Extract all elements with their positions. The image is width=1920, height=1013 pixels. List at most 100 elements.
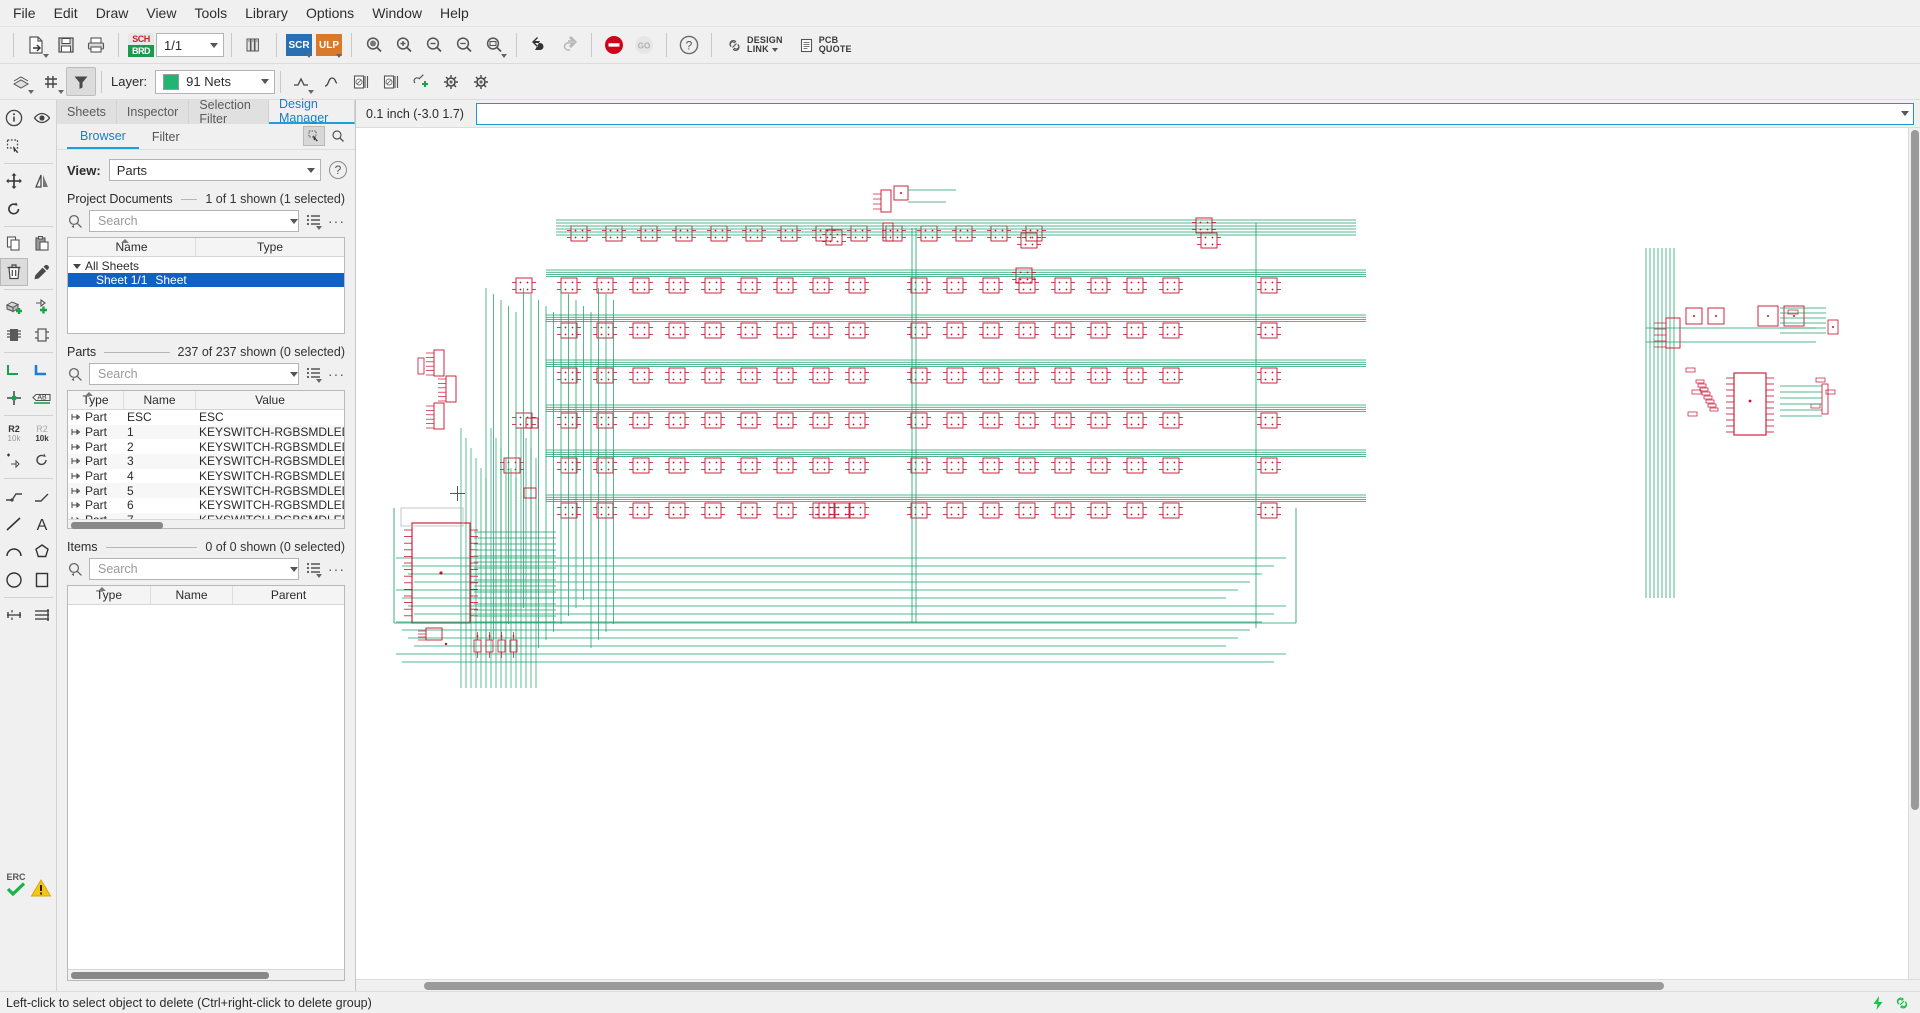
parts-search-input[interactable] (96, 366, 290, 382)
rotate-icon[interactable] (0, 195, 28, 223)
wire-icon[interactable] (0, 510, 28, 538)
display-filter-button[interactable] (66, 67, 96, 96)
tab-selection-filter[interactable]: Selection Filter (189, 100, 269, 124)
canvas-vertical-scrollbar[interactable] (1908, 128, 1920, 979)
text-icon[interactable]: A (28, 510, 56, 538)
junction-icon[interactable] (0, 384, 28, 412)
subtab-filter[interactable]: Filter (139, 124, 193, 149)
pcb-quote-button[interactable]: PCB QUOTE (791, 30, 860, 60)
paste-icon[interactable] (28, 230, 56, 258)
sheet-selector[interactable]: 1/1 (156, 33, 224, 57)
dimension-icon[interactable] (0, 601, 28, 629)
chevron-down-icon[interactable] (73, 264, 81, 269)
column-name[interactable]: Name (151, 586, 233, 604)
add-part-icon[interactable] (0, 293, 28, 321)
attach-button[interactable] (406, 67, 436, 96)
menu-tools[interactable]: Tools (185, 1, 236, 25)
grid-button[interactable] (36, 67, 66, 96)
parts-table[interactable]: Type Name Value PartESCESC Part1KEYSWITC… (67, 390, 345, 529)
chevron-down-icon[interactable] (205, 34, 223, 56)
stop-button[interactable] (599, 31, 629, 60)
tab-inspector[interactable]: Inspector (117, 100, 189, 124)
warning-icon[interactable] (30, 878, 52, 898)
menu-library[interactable]: Library (236, 1, 297, 25)
redo-button[interactable] (554, 31, 584, 60)
net-button[interactable] (286, 67, 316, 96)
view-help-icon[interactable]: ? (329, 161, 347, 179)
chevron-down-icon[interactable] (290, 567, 298, 572)
array-icon[interactable] (28, 601, 56, 629)
undo-button[interactable] (524, 31, 554, 60)
delete-icon[interactable] (0, 258, 28, 286)
table-row[interactable]: Part2KEYSWITCH-RGBSMDLED-MX-1 (68, 439, 344, 454)
gateswap-icon[interactable] (28, 321, 56, 349)
erc-status[interactable]: ERC (6, 872, 26, 896)
menu-file[interactable]: File (4, 1, 45, 25)
zoom-to-object-icon[interactable] (327, 126, 349, 146)
table-row[interactable]: Part4KEYSWITCH-RGBSMDLED-MX-1 (68, 469, 344, 484)
zoom-out-button[interactable] (419, 31, 449, 60)
items-table[interactable]: Type Name Parent (67, 585, 345, 981)
schematic-canvas[interactable] (356, 128, 1908, 979)
column-type[interactable]: Type (196, 238, 344, 256)
go-button[interactable]: GO (629, 31, 659, 60)
run-ulp-button[interactable]: ULP (314, 31, 344, 60)
project-documents-more-button[interactable]: ··· (328, 212, 345, 231)
column-type[interactable]: Type (68, 586, 151, 604)
parts-horizontal-scrollbar[interactable] (68, 519, 344, 528)
chevron-down-icon[interactable] (302, 159, 320, 181)
replace-icon[interactable] (28, 447, 56, 475)
table-row[interactable]: PartESCESC (68, 410, 344, 425)
zoom-in-button[interactable] (389, 31, 419, 60)
chevron-down-icon[interactable] (1897, 104, 1913, 124)
column-value[interactable]: Value (196, 391, 344, 409)
switch-sch-brd-button[interactable]: SCH BRD (126, 31, 156, 60)
items-search-input[interactable] (96, 561, 290, 577)
menu-help[interactable]: Help (431, 1, 478, 25)
help-button[interactable]: ? (674, 31, 704, 60)
column-name[interactable]: Name (124, 391, 196, 409)
menu-view[interactable]: View (137, 1, 185, 25)
items-more-button[interactable]: ··· (328, 560, 345, 579)
menu-window[interactable]: Window (363, 1, 431, 25)
miter-icon[interactable] (28, 482, 56, 510)
tab-sheets[interactable]: Sheets (57, 100, 117, 124)
bus-button[interactable] (316, 67, 346, 96)
project-documents-search-input[interactable] (96, 213, 290, 229)
arc-icon[interactable] (0, 538, 28, 566)
erc-button[interactable] (436, 67, 466, 96)
open-button[interactable] (21, 31, 51, 60)
zoom-fit-button[interactable] (359, 31, 389, 60)
table-row[interactable]: Part1KEYSWITCH-RGBSMDLED-MX-1 (68, 425, 344, 440)
menu-options[interactable]: Options (297, 1, 363, 25)
parts-more-button[interactable]: ··· (328, 365, 345, 384)
add-pin-icon[interactable] (28, 293, 56, 321)
print-button[interactable] (81, 31, 111, 60)
link-icon[interactable] (1894, 995, 1910, 1011)
package-icon[interactable] (0, 321, 28, 349)
copy-icon[interactable] (0, 230, 28, 258)
parts-search-box[interactable] (89, 363, 299, 385)
column-type[interactable]: Type (68, 391, 124, 409)
save-button[interactable] (51, 31, 81, 60)
rect-icon[interactable] (28, 566, 56, 594)
power-icon[interactable] (1870, 995, 1886, 1011)
table-row[interactable]: Part5KEYSWITCH-RGBSMDLED-MX-1 (68, 483, 344, 498)
tab-design-manager[interactable]: Design Manager (269, 100, 355, 124)
library-button[interactable] (239, 31, 269, 60)
tree-row-sheet[interactable]: Sheet 1/1 Sheet (68, 273, 344, 287)
chevron-down-icon[interactable] (290, 372, 298, 377)
move-icon[interactable] (0, 167, 28, 195)
canvas-horizontal-scrollbar[interactable] (356, 979, 1920, 991)
net-icon[interactable] (0, 356, 28, 384)
design-link-button[interactable]: DESIGN LINK (719, 30, 791, 60)
table-row[interactable]: Part3KEYSWITCH-RGBSMDLED-MX-1 (68, 454, 344, 469)
items-search-box[interactable] (89, 558, 299, 580)
chevron-down-icon[interactable] (256, 71, 274, 93)
project-documents-list-view-button[interactable] (304, 212, 323, 231)
name-icon[interactable]: R210k (0, 419, 28, 447)
items-horizontal-scrollbar[interactable] (68, 969, 344, 980)
bus-icon[interactable] (28, 356, 56, 384)
run-script-button[interactable]: SCR (284, 31, 314, 60)
previous-sheet-button[interactable] (346, 67, 376, 96)
